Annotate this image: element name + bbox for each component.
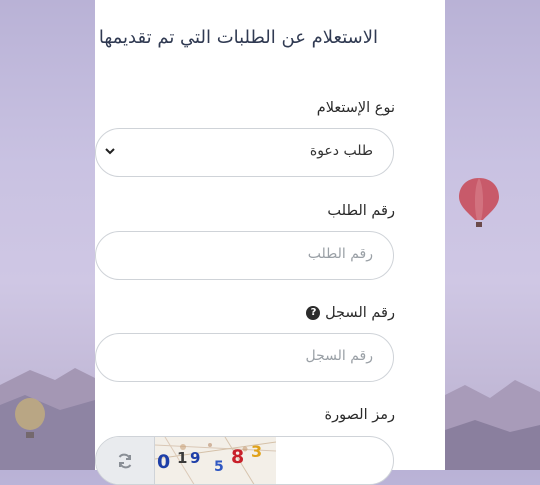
captcha-char: 1 xyxy=(177,449,187,467)
captcha-char: 5 xyxy=(214,459,224,475)
background-scene-right xyxy=(445,0,540,470)
record-number-input[interactable]: رقم السجل xyxy=(95,333,394,382)
refresh-icon xyxy=(118,453,132,469)
balloon-icon xyxy=(459,178,499,227)
captcha-label: رمز الصورة xyxy=(324,407,396,423)
captcha-refresh-button[interactable] xyxy=(96,437,155,484)
captcha-char: 9 xyxy=(190,449,200,467)
request-number-label: رقم الطلب xyxy=(327,203,395,219)
record-number-placeholder: رقم السجل xyxy=(305,348,373,364)
form-title: الاستعلام عن الطلبات التي تم تقديمها xyxy=(98,27,378,48)
background-scene-left xyxy=(0,0,95,470)
captcha-image: 0 1 9 5 8 3 xyxy=(155,437,276,484)
inquiry-type-select[interactable]: طلب دعوة xyxy=(95,128,394,177)
inquiry-form-card: الاستعلام عن الطلبات التي تم تقديمها نوع… xyxy=(95,0,445,485)
request-number-input[interactable]: رقم الطلب xyxy=(95,231,394,280)
record-number-label: رقم السجل xyxy=(325,305,395,321)
captcha-char: 3 xyxy=(251,442,262,461)
captcha-group: 0 1 9 5 8 3 xyxy=(95,436,394,485)
balloon-icon xyxy=(15,398,45,438)
captcha-char: 8 xyxy=(231,446,244,468)
inquiry-type-label: نوع الإستعلام xyxy=(316,100,395,116)
inquiry-type-selected-value: طلب دعوة xyxy=(309,143,373,159)
record-number-label-row: رقم السجل ? xyxy=(304,305,395,321)
question-circle-icon[interactable]: ? xyxy=(306,306,321,320)
chevron-down-icon xyxy=(105,148,115,155)
request-number-placeholder: رقم الطلب xyxy=(307,246,373,262)
